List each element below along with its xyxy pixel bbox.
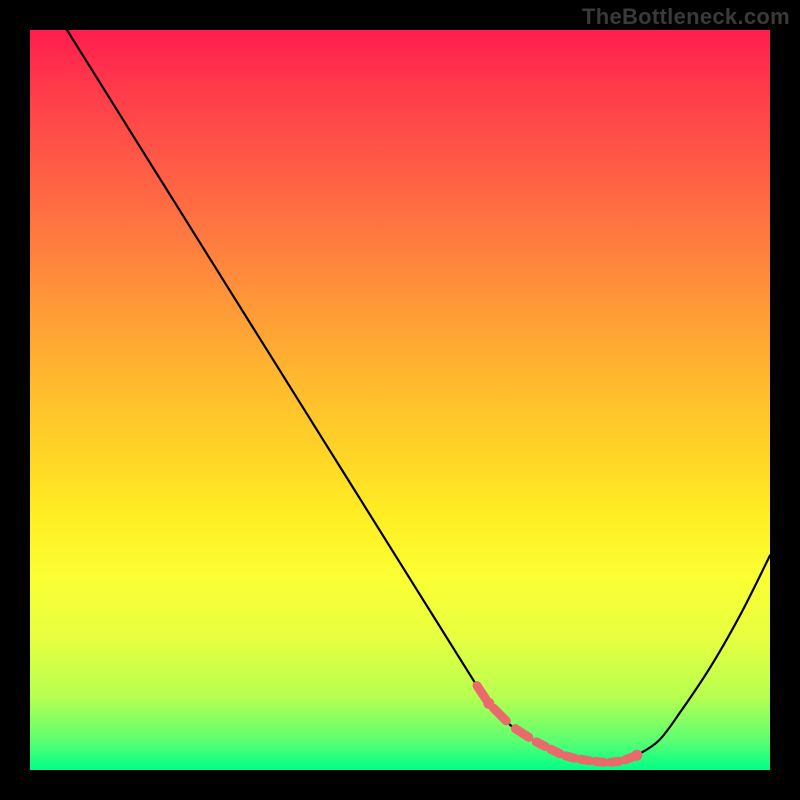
curve-layer [30,30,770,770]
optimal-marker-dash [610,761,619,762]
optimal-marker-dash [494,708,507,721]
optimal-marker-dash [566,756,575,758]
optimal-marker-dash [515,729,528,738]
optimal-range-markers [477,686,642,763]
optimal-marker-dash [551,749,560,753]
plot-area [30,30,770,770]
optimal-marker-dash [536,742,545,746]
optimal-marker-endcap [483,698,494,709]
optimal-marker-dash [595,761,604,762]
optimal-marker-dash [477,686,486,699]
optimal-marker-dash [581,759,590,760]
chart-frame: TheBottleneck.com [0,0,800,800]
watermark-text: TheBottleneck.com [582,4,790,30]
optimal-marker-endcap [631,750,642,761]
bottleneck-curve [67,30,770,763]
